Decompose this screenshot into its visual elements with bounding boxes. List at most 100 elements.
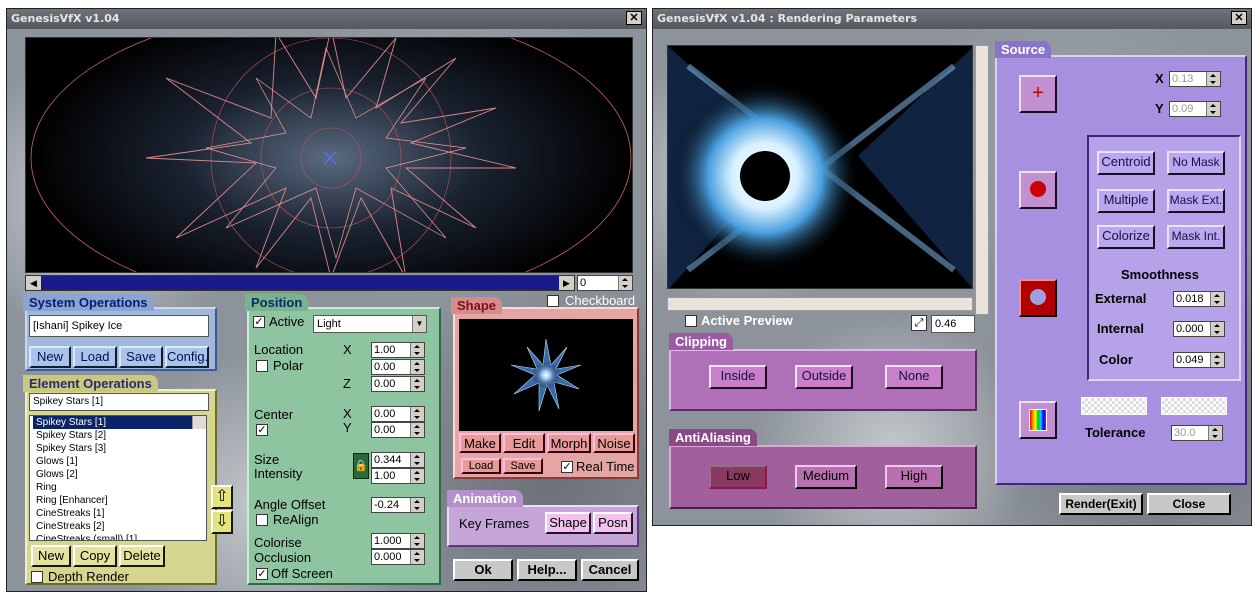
colorise-spinner[interactable]: 1.000 <box>371 533 425 549</box>
keyframe-shape-button[interactable]: Shape <box>545 512 591 534</box>
shape-morph-button[interactable]: Morph <box>547 433 591 453</box>
frame-spinner[interactable]: 0 <box>577 275 633 291</box>
spin-arrows-icon[interactable] <box>410 453 424 467</box>
mask-int-button[interactable]: Mask Int. <box>1167 225 1225 249</box>
aa-high-button[interactable]: High <box>885 465 943 489</box>
location-y-spinner[interactable]: 0.00 <box>371 359 425 375</box>
spin-arrows-icon[interactable] <box>1210 322 1224 336</box>
spin-arrows-icon[interactable] <box>410 498 424 512</box>
render-close-button[interactable]: Close <box>1147 493 1231 515</box>
spin-arrows-icon[interactable] <box>410 407 424 421</box>
location-z-spinner[interactable]: 0.00 <box>371 376 425 392</box>
list-item[interactable]: Ring <box>33 481 206 494</box>
source-crosshair-button[interactable]: + <box>1019 75 1057 113</box>
spin-arrows-icon[interactable] <box>1208 426 1222 440</box>
intensity-spinner[interactable]: 1.00 <box>371 468 425 484</box>
shape-noise-button[interactable]: Noise <box>593 433 635 453</box>
lock-icon[interactable]: 🔒 <box>353 453 369 479</box>
system-config-button[interactable]: Config. <box>165 346 209 368</box>
source-x-spinner[interactable]: 0.13 <box>1169 71 1221 87</box>
spin-arrows-icon[interactable] <box>410 377 424 391</box>
polar-checkbox[interactable] <box>256 360 268 372</box>
render-preview[interactable] <box>667 45 973 289</box>
source-color-button[interactable] <box>1019 401 1057 439</box>
list-item[interactable]: Spikey Stars [2] <box>33 429 206 442</box>
zoom-field[interactable]: 0.46 <box>931 315 975 333</box>
spin-arrows-icon[interactable] <box>410 360 424 374</box>
source-dot-button[interactable] <box>1019 171 1057 209</box>
frame-scrollbar[interactable]: ◀ ▶ <box>25 275 575 291</box>
center-y-spinner[interactable]: 0.00 <box>371 422 425 438</box>
occlusion-spinner[interactable]: 0.000 <box>371 549 425 565</box>
scroll-left-icon[interactable]: ◀ <box>26 276 41 290</box>
multiple-button[interactable]: Multiple <box>1097 189 1155 213</box>
spin-arrows-icon[interactable] <box>1206 102 1220 116</box>
colorize-button[interactable]: Colorize <box>1097 225 1155 249</box>
move-down-button[interactable]: ⇩ <box>211 510 233 534</box>
move-up-button[interactable]: ⇧ <box>211 485 233 509</box>
preview-hscroll[interactable] <box>667 297 973 311</box>
shape-make-button[interactable]: Make <box>459 433 501 453</box>
spin-arrows-icon[interactable] <box>1210 353 1224 367</box>
checkboard-checkbox[interactable] <box>547 295 559 307</box>
element-delete-button[interactable]: Delete <box>119 545 165 567</box>
clip-inside-button[interactable]: Inside <box>709 365 767 389</box>
cancel-button[interactable]: Cancel <box>581 559 639 581</box>
list-item[interactable]: Spikey Stars [1] <box>33 416 206 429</box>
system-new-button[interactable]: New <box>29 346 71 368</box>
active-preview-checkbox[interactable] <box>685 315 697 327</box>
external-spinner[interactable]: 0.018 <box>1173 291 1225 307</box>
light-dropdown[interactable]: Light ▼ <box>313 315 427 333</box>
internal-spinner[interactable]: 0.000 <box>1173 321 1225 337</box>
size-spinner[interactable]: 0.344 <box>371 452 425 468</box>
element-new-button[interactable]: New <box>31 545 71 567</box>
spin-arrows-icon[interactable] <box>410 423 424 437</box>
color-swatch-1[interactable] <box>1081 397 1147 415</box>
preset-name-field[interactable]: [Ishani] Spikey Ice <box>29 315 209 337</box>
ok-button[interactable]: Ok <box>453 559 513 581</box>
flare-preview[interactable] <box>25 37 633 273</box>
list-item[interactable]: Glows [2] <box>33 468 206 481</box>
center-checkbox[interactable]: ✓ <box>256 424 268 436</box>
source-ring-button[interactable] <box>1019 279 1057 317</box>
center-x-spinner[interactable]: 0.00 <box>371 406 425 422</box>
spin-arrows-icon[interactable] <box>1210 292 1224 306</box>
element-list[interactable]: Spikey Stars [1] Spikey Stars [2] Spikey S… <box>29 415 207 541</box>
list-item[interactable]: Glows [1] <box>33 455 206 468</box>
color-swatch-2[interactable] <box>1161 397 1227 415</box>
aa-low-button[interactable]: Low <box>709 465 767 489</box>
spin-arrows-icon[interactable] <box>618 276 632 290</box>
off-screen-checkbox[interactable]: ✓ <box>256 568 268 580</box>
render-exit-button[interactable]: Render(Exit) <box>1059 493 1143 515</box>
no-mask-button[interactable]: No Mask <box>1167 151 1225 175</box>
tolerance-spinner[interactable]: 30.0 <box>1171 425 1223 441</box>
element-list-scrollbar[interactable] <box>192 416 206 429</box>
list-item[interactable]: Ring [Enhancer] <box>33 494 206 507</box>
clip-outside-button[interactable]: Outside <box>795 365 853 389</box>
preview-vscroll[interactable] <box>975 45 989 315</box>
color-spinner[interactable]: 0.049 <box>1173 352 1225 368</box>
spin-arrows-icon[interactable] <box>410 469 424 483</box>
list-item[interactable]: Spikey Stars [3] <box>33 442 206 455</box>
clip-none-button[interactable]: None <box>885 365 943 389</box>
system-save-button[interactable]: Save <box>119 346 163 368</box>
centroid-button[interactable]: Centroid <box>1097 151 1155 175</box>
current-element-field[interactable]: Spikey Stars [1] <box>29 393 209 411</box>
shape-save-button[interactable]: Save <box>503 458 543 474</box>
zoom-icon[interactable]: ⤢ <box>911 315 927 331</box>
realign-checkbox[interactable] <box>256 514 268 526</box>
mask-ext-button[interactable]: Mask Ext. <box>1167 189 1225 213</box>
shape-edit-button[interactable]: Edit <box>503 433 545 453</box>
close-icon[interactable]: ✕ <box>1231 11 1247 25</box>
source-y-spinner[interactable]: 0.09 <box>1169 101 1221 117</box>
real-time-checkbox[interactable]: ✓ <box>561 461 573 473</box>
active-checkbox[interactable]: ✓ <box>253 316 265 328</box>
spin-arrows-icon[interactable] <box>410 343 424 357</box>
list-item[interactable]: CineStreaks [2] <box>33 520 206 533</box>
location-x-spinner[interactable]: 1.00 <box>371 342 425 358</box>
depth-render-checkbox[interactable] <box>31 571 43 583</box>
spin-arrows-icon[interactable] <box>410 534 424 548</box>
help-button[interactable]: Help... <box>517 559 577 581</box>
system-load-button[interactable]: Load <box>73 346 117 368</box>
spin-arrows-icon[interactable] <box>1206 72 1220 86</box>
